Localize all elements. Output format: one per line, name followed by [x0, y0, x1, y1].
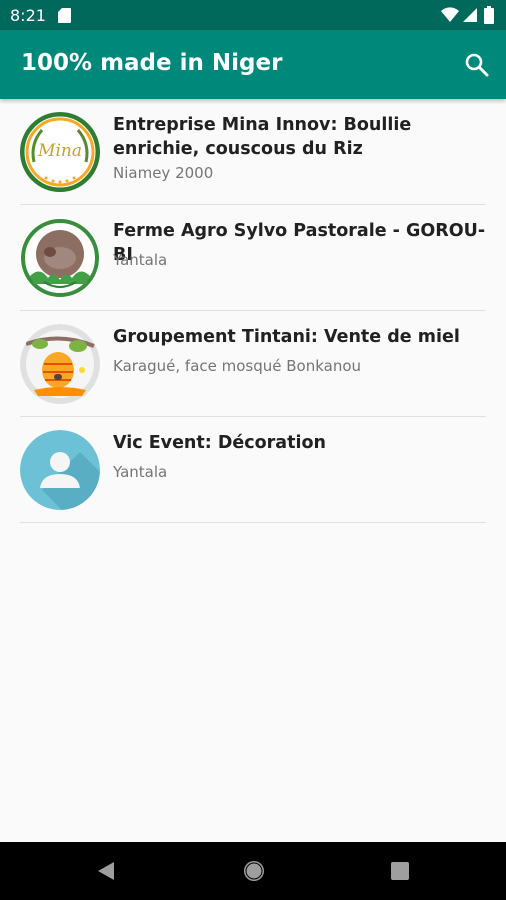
listing-location: Niamey 2000: [113, 164, 214, 182]
app-bar: 100% made in Niger: [0, 30, 506, 99]
battery-icon: [484, 6, 494, 24]
home-icon[interactable]: [242, 859, 266, 883]
search-icon[interactable]: [464, 52, 490, 78]
navigation-bar: [0, 842, 506, 900]
status-time: 8:21: [10, 6, 46, 25]
listing-location: Karagué, face mosqué Bonkanou: [113, 357, 362, 375]
mina-innov-logo: Mina: [20, 112, 100, 192]
sd-card-icon: [58, 8, 71, 23]
listing-list: Mina Entreprise Mina Innov: Boullie enri…: [0, 99, 506, 523]
listing-title: Entreprise Mina Innov: Boullie enrichie,…: [113, 115, 412, 159]
list-item[interactable]: Groupement Tintani: Vente de miel Karagu…: [0, 311, 506, 417]
listing-title: Ferme Agro Sylvo Pastorale - GOROU-BI: [113, 221, 486, 265]
status-bar: 8:21: [0, 0, 506, 30]
divider: [20, 522, 486, 523]
beehive-logo: [20, 324, 100, 404]
signal-icon: [463, 8, 477, 22]
mina-logo-text: Mina: [37, 141, 82, 161]
recents-icon[interactable]: [390, 861, 410, 881]
listing-location: Yantala: [113, 463, 168, 481]
wifi-icon: [441, 7, 459, 23]
listing-title: Vic Event: Décoration: [113, 433, 326, 453]
ferme-agro-logo: [20, 218, 100, 298]
list-item[interactable]: Mina Entreprise Mina Innov: Boullie enri…: [0, 99, 506, 205]
listing-title: Groupement Tintani: Vente de miel: [113, 327, 460, 347]
default-person-avatar: [20, 430, 100, 510]
back-icon[interactable]: [96, 861, 116, 881]
list-item[interactable]: Vic Event: Décoration Yantala: [0, 417, 506, 523]
listing-location: Yantala: [113, 251, 168, 269]
list-item[interactable]: Ferme Agro Sylvo Pastorale - GOROU-BI Ya…: [0, 205, 506, 311]
app-title: 100% made in Niger: [21, 50, 283, 76]
